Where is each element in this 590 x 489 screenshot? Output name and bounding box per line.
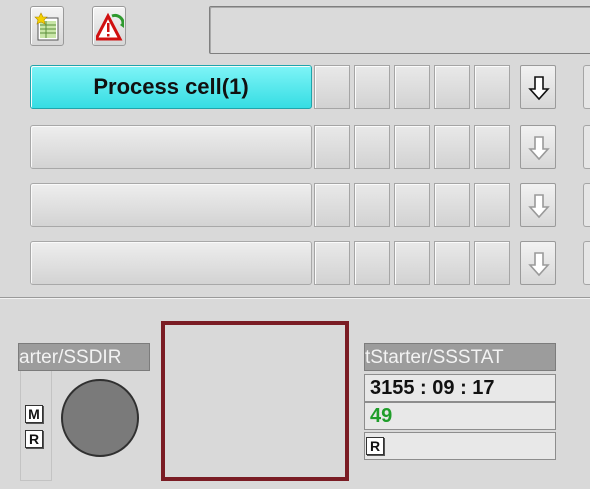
status-slot[interactable] <box>474 65 510 109</box>
status-slot[interactable] <box>314 65 350 109</box>
status-slot[interactable] <box>434 183 470 227</box>
stat-tag-label: tStarter/SSSTAT <box>364 343 556 371</box>
status-slot[interactable] <box>434 65 470 109</box>
row-edge-button[interactable] <box>583 183 590 227</box>
arrow-down-icon <box>528 194 550 219</box>
status-slot[interactable] <box>474 125 510 169</box>
arrow-down-icon <box>528 136 550 161</box>
status-slot[interactable] <box>394 183 430 227</box>
alarm-refresh-icon <box>96 12 124 41</box>
expand-down-button[interactable] <box>520 65 556 109</box>
status-slot[interactable] <box>314 183 350 227</box>
mode-m-button[interactable]: M <box>25 405 43 423</box>
status-slot[interactable] <box>474 241 510 285</box>
status-slot[interactable] <box>434 125 470 169</box>
row-edge-button[interactable] <box>583 65 590 109</box>
expand-down-button[interactable] <box>520 183 556 227</box>
arrow-down-icon <box>528 76 550 101</box>
process-cell-button-2[interactable] <box>30 125 312 169</box>
arrow-down-icon <box>528 252 550 277</box>
new-list-icon <box>34 12 59 41</box>
status-slot[interactable] <box>434 241 470 285</box>
dir-tag-label: arter/SSDIR <box>18 343 150 371</box>
dir-tag-text: arter/SSDIR <box>19 347 122 368</box>
status-slot[interactable] <box>394 65 430 109</box>
status-slot[interactable] <box>394 125 430 169</box>
process-cell-button-3[interactable] <box>30 183 312 227</box>
divider <box>0 297 590 299</box>
stat-tag-text: tStarter/SSSTAT <box>365 347 504 368</box>
process-cell-button-1[interactable]: Process cell(1) <box>30 65 312 109</box>
stat-mode-r-button[interactable]: R <box>366 437 384 455</box>
row-edge-button[interactable] <box>583 241 590 285</box>
status-slot[interactable] <box>354 65 390 109</box>
count-value: 49 <box>364 402 556 430</box>
status-slot[interactable] <box>474 183 510 227</box>
mode-r-button[interactable]: R <box>25 430 43 448</box>
expand-down-button[interactable] <box>520 241 556 285</box>
new-list-button[interactable] <box>30 6 64 46</box>
message-field <box>209 6 590 54</box>
stat-mode-row <box>364 432 556 460</box>
motor-symbol[interactable] <box>61 379 139 457</box>
status-slot[interactable] <box>354 183 390 227</box>
row-edge-button[interactable] <box>583 125 590 169</box>
runtime-value: 3155 : 09 : 17 <box>364 374 556 402</box>
red-frame[interactable] <box>161 321 349 481</box>
status-slot[interactable] <box>354 241 390 285</box>
dir-side-panel <box>20 371 52 481</box>
expand-down-button[interactable] <box>520 125 556 169</box>
status-slot[interactable] <box>354 125 390 169</box>
status-slot[interactable] <box>314 125 350 169</box>
status-slot[interactable] <box>394 241 430 285</box>
status-slot[interactable] <box>314 241 350 285</box>
process-cell-button-4[interactable] <box>30 241 312 285</box>
alarm-refresh-button[interactable] <box>92 6 126 46</box>
